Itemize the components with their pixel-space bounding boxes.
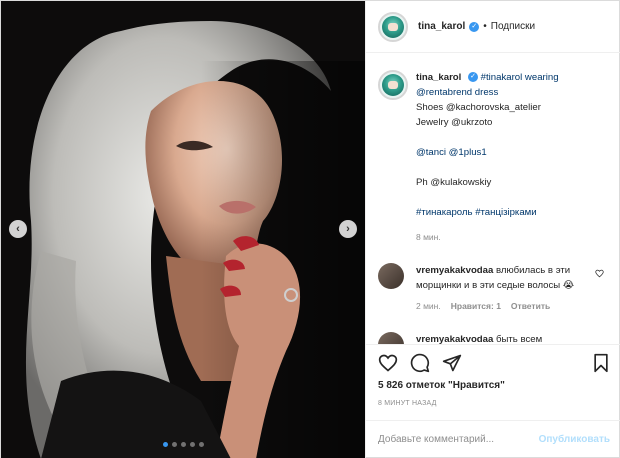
post-photo[interactable]: ‹ › [1,1,365,458]
caption-line[interactable]: @rentabrend dress [416,85,559,100]
heart-icon[interactable] [378,353,398,373]
chevron-right-icon: › [346,223,350,235]
publish-button[interactable]: Опубликовать [539,434,610,445]
caption-timestamp: 8 мин. [416,232,441,242]
comment-avatar[interactable] [378,332,404,344]
comment-timestamp: 2 мин. [416,301,441,311]
carousel-dot [180,442,186,447]
add-comment-form: Опубликовать [366,420,620,458]
carousel-dot [171,442,177,447]
reply-button[interactable]: Ответить [511,299,550,314]
caption-username[interactable]: tina_karol [416,72,461,83]
avatar[interactable] [378,11,408,42]
caption-line: Shoes @kachorovska_atelier [416,102,541,113]
post-timestamp: 8 МИНУТ НАЗАД [378,400,437,407]
username-link[interactable]: tina_karol [418,21,465,32]
comment-icon[interactable] [410,353,430,373]
caption-line[interactable]: #tinakarol wearing [481,72,559,83]
comment-like-count[interactable]: Нравится: 1 [451,299,501,314]
caption-line: Jewelry @ukrzoto [416,117,493,128]
carousel-dot [162,442,168,447]
likes-count[interactable]: 5 826 отметок "Нравится" [378,380,505,391]
comments-section[interactable]: tina_karol ✓ #tinakarol wearing @rentabr… [366,54,620,344]
verified-badge-icon: ✓ [468,72,478,83]
carousel-dot [198,442,204,447]
caption-line[interactable]: #тинакароль #танцізірками [416,205,559,220]
carousel-dot [189,442,195,447]
post-modal: ‹ › tina_karol ✓ • Подписки tina_karol ✓… [0,0,620,458]
caption-body: tina_karol ✓ #tinakarol wearing @rentabr… [416,70,559,245]
post-sidebar: tina_karol ✓ • Подписки tina_karol ✓ #ti… [365,1,620,458]
comment-input[interactable] [378,434,539,445]
caption-line: Ph @kulakowskiy [416,177,492,188]
following-button[interactable]: Подписки [491,21,535,32]
bookmark-icon[interactable] [592,353,610,373]
previous-photo-button[interactable]: ‹ [9,220,27,238]
caption: tina_karol ✓ #tinakarol wearing @rentabr… [378,70,610,245]
comment-avatar[interactable] [378,263,404,289]
comment: vremyakakvodaa быть всем [378,332,610,344]
post-actions: 5 826 отметок "Нравится" 8 МИНУТ НАЗАД О… [366,344,620,456]
separator-dot: • [483,21,487,32]
next-photo-button[interactable]: › [339,220,357,238]
chevron-left-icon: ‹ [16,223,20,235]
comment: vremyakakvodaa влюбилась в эти морщинки … [378,263,610,314]
heart-icon[interactable] [595,269,604,278]
portrait-image [1,1,365,458]
paper-plane-icon[interactable] [442,353,462,373]
post-header: tina_karol ✓ • Подписки [366,1,620,53]
caption-avatar[interactable] [378,70,408,100]
comment-text: быть всем [496,334,543,344]
caption-line[interactable]: @tanci @1plus1 [416,145,559,160]
comment-username[interactable]: vremyakakvodaa [416,334,493,344]
verified-badge-icon: ✓ [469,21,480,32]
comment-username[interactable]: vremyakakvodaa [416,265,493,276]
carousel-indicator [1,442,365,447]
